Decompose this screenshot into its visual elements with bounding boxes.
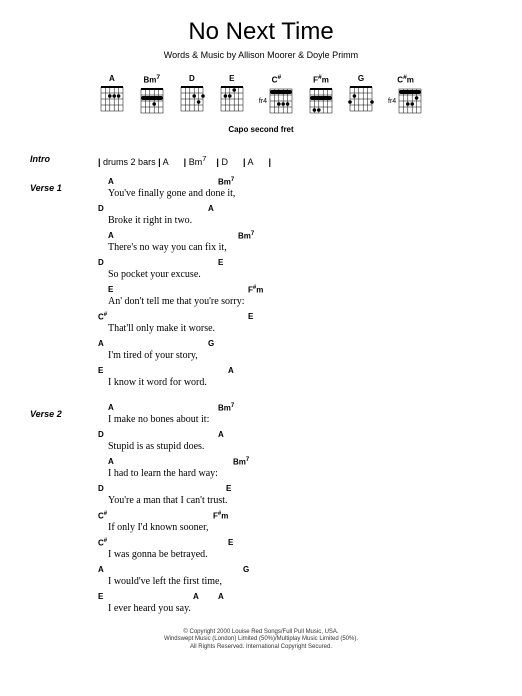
chord-symbol: C# (98, 538, 107, 548)
lyric-text: I make no bones about it: (108, 414, 209, 425)
lyric-line: A Bm7 I make no bones about it: (98, 403, 492, 427)
section-label: Verse 2 (30, 403, 98, 619)
fretboard-icon (308, 87, 334, 117)
chord-symbol: Bm7 (218, 177, 234, 187)
verse1-body: ABm7You've finally gone and done it,DABr… (98, 177, 492, 393)
copyright-line: © Copyright 2000 Louise Red Songs/Full P… (30, 629, 492, 637)
chord-symbol: E (248, 312, 253, 321)
lyric-text: I ever heard you say. (108, 603, 191, 614)
copyright-line: All Rights Reserved. International Copyr… (30, 644, 492, 652)
lyric-line: A Bm7You've finally gone and done it, (98, 177, 492, 201)
lyric-text: Broke it right in two. (108, 215, 192, 226)
chord-symbol: F#m (213, 511, 228, 521)
lyric-text: You're a man that I can't trust. (108, 495, 228, 506)
chord-symbol: D (98, 204, 104, 213)
chord-symbol: E (98, 592, 103, 601)
intro-bars: | drums 2 bars | A | Bm7 | D | A | (98, 148, 492, 167)
lyric-line: E A I know it word for word. (98, 366, 492, 390)
chord-symbol: C# (98, 511, 107, 521)
copyright-block: © Copyright 2000 Louise Red Songs/Full P… (30, 629, 492, 652)
lyric-line: D E So pocket your excuse. (98, 258, 492, 282)
chord-symbol: A (208, 204, 214, 213)
lyric-text: I would've left the first time, (108, 576, 222, 587)
lyric-line: E F#mAn' don't tell me that you're sorry: (98, 285, 492, 309)
chord-diagram-bm7: Bm7 (139, 74, 165, 117)
chord-symbol: A (108, 177, 114, 186)
verse2-body: A Bm7 I make no bones about it: D A Stupid is… (98, 403, 492, 619)
lyric-line: EAAI ever heard you say. (98, 592, 492, 616)
chord-diagram-row: A Bm7 D E C# fr4 F#m G (30, 74, 492, 117)
chord-symbol: E (228, 538, 233, 547)
chord-symbol: D (98, 484, 104, 493)
lyric-line: D E You're a man that I can't trust. (98, 484, 492, 508)
lyric-line: A Bm7 There's no way you can fix it, (98, 231, 492, 255)
section-intro: Intro | drums 2 bars | A | Bm7 | D | A | (30, 148, 492, 167)
fretboard-icon (139, 87, 165, 117)
chord-symbol: G (208, 339, 214, 348)
chord-symbol: E (218, 258, 223, 267)
lyric-line: A G I'm tired of your story, (98, 339, 492, 363)
fretboard-icon (268, 87, 294, 117)
fretboard-icon (348, 85, 374, 115)
chord-symbol: A (218, 592, 224, 601)
fretboard-icon (397, 87, 423, 117)
section-label: Intro (30, 148, 98, 167)
chord-symbol: A (98, 339, 104, 348)
lyric-text: Stupid is as stupid does. (108, 441, 204, 452)
chord-symbol: A (108, 457, 114, 466)
lyric-text: I was gonna be betrayed. (108, 549, 208, 560)
chord-symbol: A (228, 366, 234, 375)
lyric-text: So pocket your excuse. (108, 269, 201, 280)
lyric-text: If only I'd known sooner, (108, 522, 209, 533)
lyric-line: C# E I was gonna be betrayed. (98, 538, 492, 562)
lyric-text: I know it word for word. (108, 377, 207, 388)
chord-symbol: A (108, 403, 114, 412)
chord-symbol: Bm7 (238, 231, 254, 241)
chord-symbol: E (108, 285, 113, 294)
chord-symbol: C# (98, 312, 107, 322)
chord-symbol: D (98, 258, 104, 267)
chord-diagram-csharp: C# fr4 (259, 74, 294, 117)
chord-symbol: D (98, 430, 104, 439)
chord-symbol: A (218, 430, 224, 439)
chord-symbol: F#m (248, 285, 263, 295)
capo-instruction: Capo second fret (30, 125, 492, 134)
chord-symbol: E (226, 484, 231, 493)
chord-symbol: A (193, 592, 199, 601)
lyric-text: That'll only make it worse. (108, 323, 215, 334)
sheet-page: No Next Time Words & Music by Allison Mo… (0, 0, 522, 660)
fretboard-icon (99, 85, 125, 115)
section-verse1: Verse 1 ABm7You've finally gone and done… (30, 177, 492, 393)
section-label: Verse 1 (30, 177, 98, 393)
song-title: No Next Time (30, 18, 492, 46)
lyric-line: D A Stupid is as stupid does. (98, 430, 492, 454)
lyric-text: An' don't tell me that you're sorry: (108, 296, 245, 307)
chord-symbol: A (98, 565, 104, 574)
chord-symbol: Bm7 (218, 403, 234, 413)
section-verse2: Verse 2 ABm7I make no bones about it:DAS… (30, 403, 492, 619)
chord-diagram-a: A (99, 74, 125, 117)
lyric-text: You've finally gone and done it, (108, 188, 235, 199)
lyric-line: A Bm7 I had to learn the hard way: (98, 457, 492, 481)
lyric-line: D A Broke it right in two. (98, 204, 492, 228)
lyric-line: C# F#m If only I'd known sooner, (98, 511, 492, 535)
lyric-text: There's no way you can fix it, (108, 242, 227, 253)
lyric-text: I had to learn the hard way: (108, 468, 218, 479)
fretboard-icon (219, 85, 245, 115)
song-credits: Words & Music by Allison Moorer & Doyle … (30, 50, 492, 60)
lyric-text: I'm tired of your story, (108, 350, 198, 361)
chord-diagram-fsharpm: F#m (308, 74, 334, 117)
chord-diagram-e: E (219, 74, 245, 117)
copyright-line: Windswept Music (London) Limited (50%)/M… (30, 636, 492, 644)
chord-symbol: E (98, 366, 103, 375)
chord-symbol: A (108, 231, 114, 240)
chord-diagram-csharpm: C#m fr4 (388, 74, 423, 117)
fretboard-icon (179, 85, 205, 115)
chord-symbol: Bm7 (233, 457, 249, 467)
chord-diagram-d: D (179, 74, 205, 117)
lyric-line: A G I would've left the first time, (98, 565, 492, 589)
chord-symbol: G (243, 565, 249, 574)
chord-diagram-g: G (348, 74, 374, 117)
lyric-line: C# E That'll only make it worse. (98, 312, 492, 336)
